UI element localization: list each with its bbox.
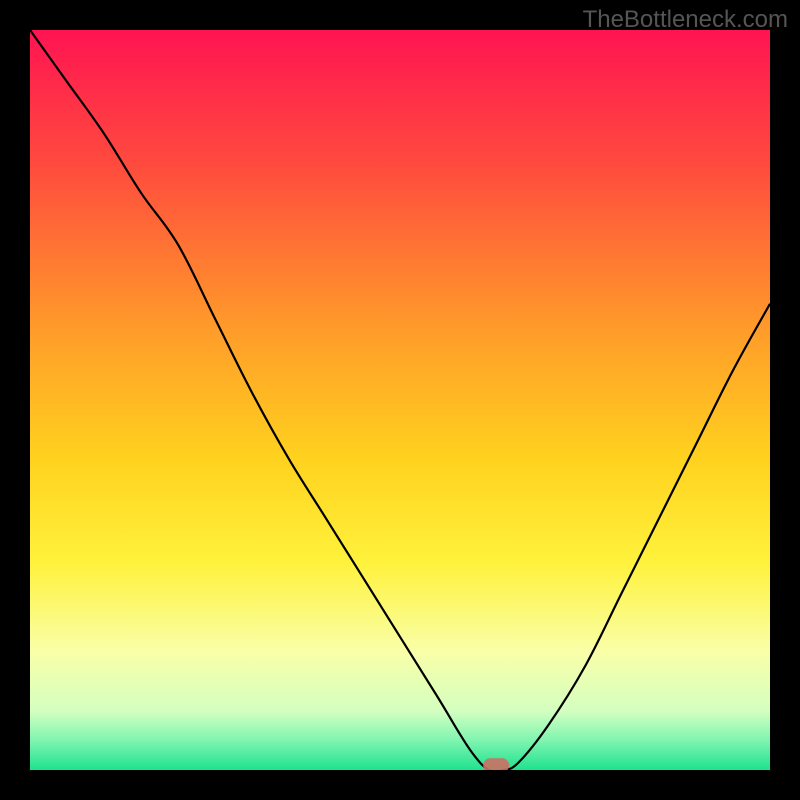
optimal-marker <box>483 758 509 770</box>
watermark-text: TheBottleneck.com <box>583 6 788 34</box>
chart-background <box>30 30 770 770</box>
bottleneck-chart <box>30 30 770 770</box>
